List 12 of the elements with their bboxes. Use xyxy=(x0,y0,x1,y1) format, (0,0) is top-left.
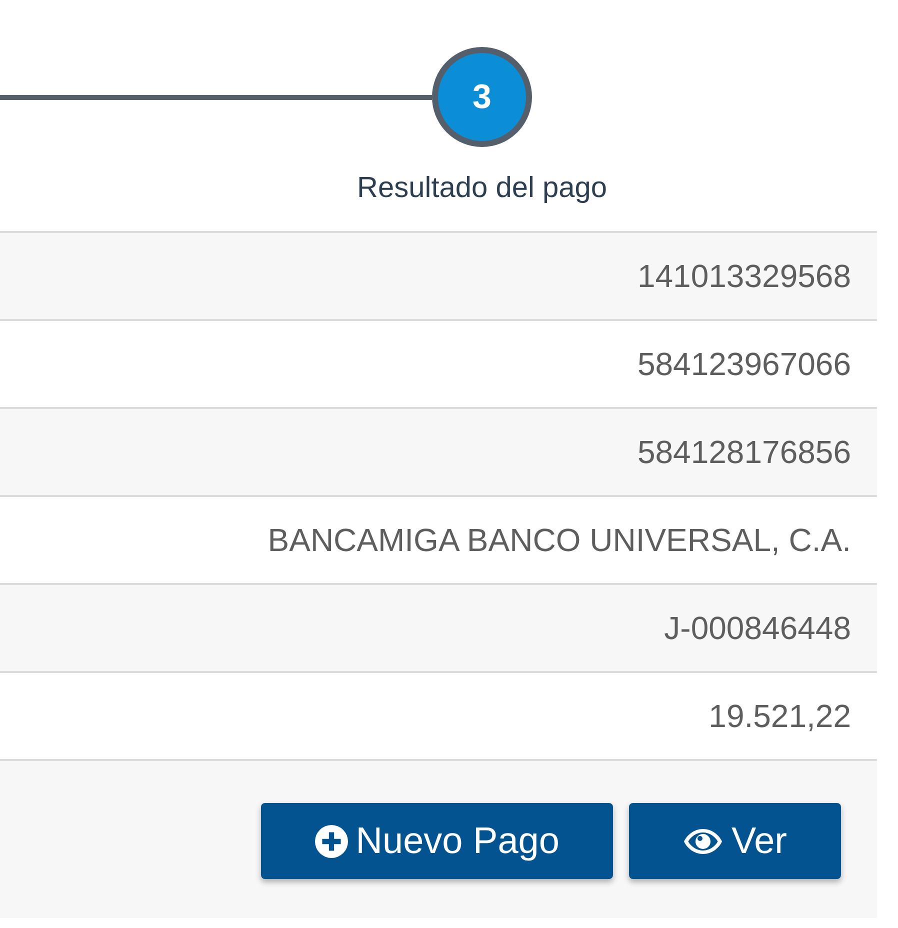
table-cell-text: 584128176856 xyxy=(637,433,851,472)
step-label: Resultado del pago xyxy=(357,171,607,205)
eye-icon xyxy=(683,828,724,854)
table-cell-text: 19.521,22 xyxy=(708,697,851,736)
new-payment-button[interactable]: Nuevo Pago xyxy=(260,803,614,879)
table-cell-text: BANCAMIGA BANCO UNIVERSAL, C.A. xyxy=(268,521,851,560)
step-number: 3 xyxy=(432,47,532,147)
table-cell-text: 584123967066 xyxy=(637,345,851,384)
table-cell-text: 141013329568 xyxy=(637,257,851,296)
plus-circle-icon xyxy=(314,824,348,858)
table-cell-text: J-000846448 xyxy=(664,609,851,648)
view-button[interactable]: Ver xyxy=(629,803,841,879)
